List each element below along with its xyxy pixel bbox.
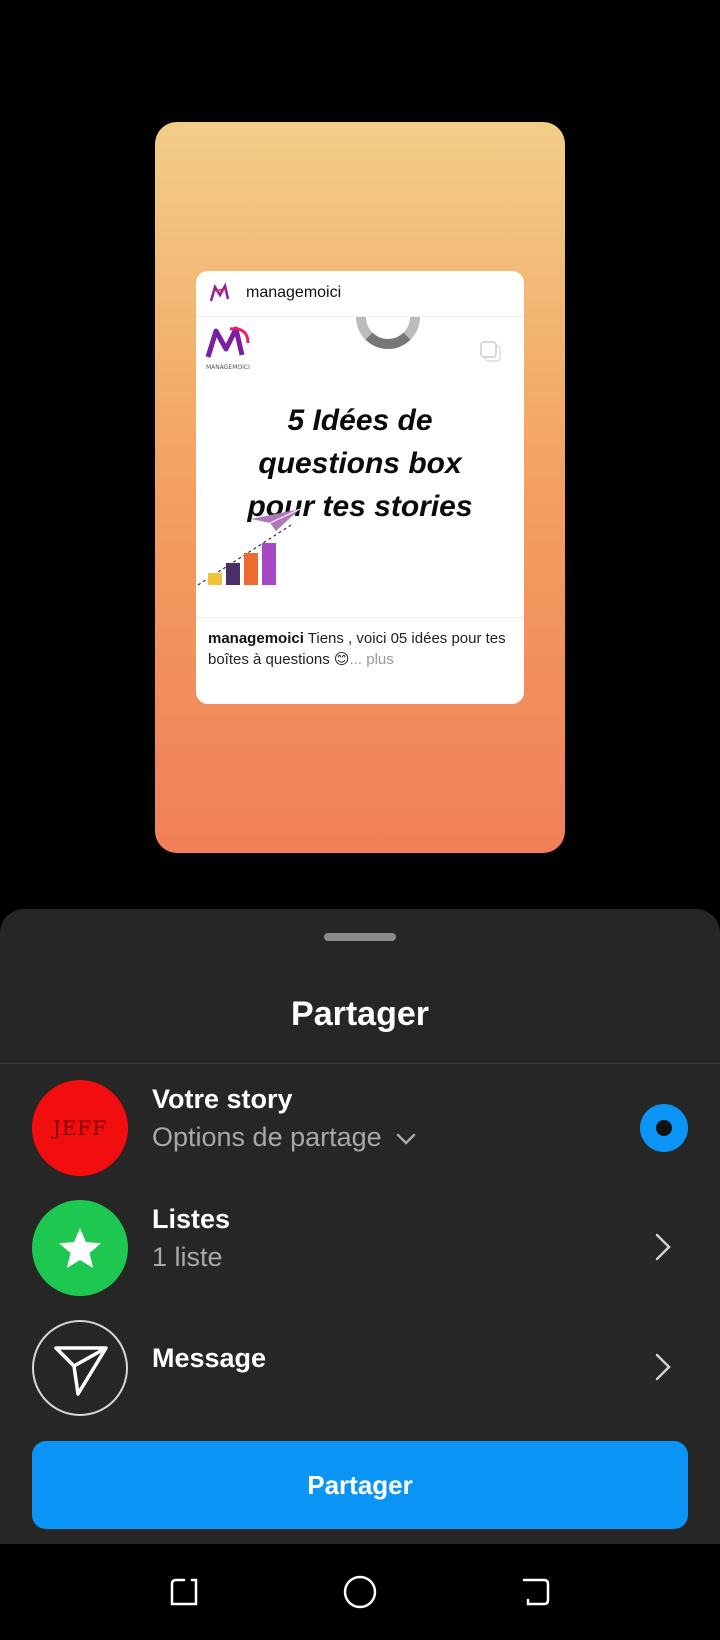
profile-avatar: JEFF: [32, 1080, 128, 1176]
back-icon[interactable]: [518, 1574, 554, 1610]
post-preview: managemoici MANAGEMOICI 5 Idées de quest…: [196, 271, 524, 704]
home-icon[interactable]: [342, 1574, 378, 1610]
chevron-right-icon: [655, 1353, 671, 1381]
chevron-right-icon: [655, 1233, 671, 1261]
post-username: managemoici: [246, 284, 342, 301]
headline-line-1: 5 Idées de: [287, 404, 433, 437]
paper-plane-icon: [54, 1346, 108, 1396]
profile-logo-icon: [209, 282, 230, 302]
caption-more-link[interactable]: ... plus: [350, 651, 394, 668]
row-subtitle: 1 liste: [152, 1242, 223, 1272]
headline-line-2: questions box: [258, 447, 462, 480]
brand-logo-icon: MANAGEMOICI: [205, 326, 250, 371]
star-icon: [59, 1228, 101, 1268]
sheet-title: Partager: [291, 995, 429, 1033]
row-lists[interactable]: Listes 1 liste: [0, 1192, 720, 1302]
ring-graphic: [356, 317, 420, 349]
close-friends-icon: [32, 1200, 128, 1296]
post-caption: managemoici Tiens , voici 05 idées pour …: [196, 617, 524, 704]
avatar-text: JEFF: [52, 1116, 108, 1140]
brand-logo-text: MANAGEMOICI: [206, 364, 250, 371]
row-title: Listes: [152, 1204, 231, 1234]
row-your-story[interactable]: JEFF Votre story Options de partage: [0, 1072, 720, 1182]
post-image: MANAGEMOICI 5 Idées de questions box pou…: [196, 317, 524, 617]
post-header: managemoici: [196, 271, 524, 317]
row-title: Message: [152, 1343, 267, 1373]
system-navigation-bar: [0, 1544, 720, 1640]
carousel-icon: [480, 341, 501, 362]
growth-chart-illustration: [197, 508, 301, 586]
chevron-down-icon: [396, 1133, 416, 1145]
row-message[interactable]: Message: [0, 1312, 720, 1422]
story-selected-radio[interactable]: [640, 1104, 688, 1152]
row-title: Votre story: [152, 1084, 293, 1114]
drag-handle[interactable]: [324, 933, 396, 941]
row-subtitle: Options de partage: [152, 1122, 382, 1152]
divider: [0, 1063, 720, 1064]
share-options-dropdown[interactable]: Options de partage: [152, 1122, 417, 1153]
share-button[interactable]: Partager: [32, 1441, 688, 1529]
share-sheet: Partager JEFF Votre story Options de par…: [0, 909, 720, 1544]
message-icon-circle: [32, 1320, 128, 1416]
recents-icon[interactable]: [166, 1574, 202, 1610]
caption-username: managemoici: [208, 630, 304, 647]
